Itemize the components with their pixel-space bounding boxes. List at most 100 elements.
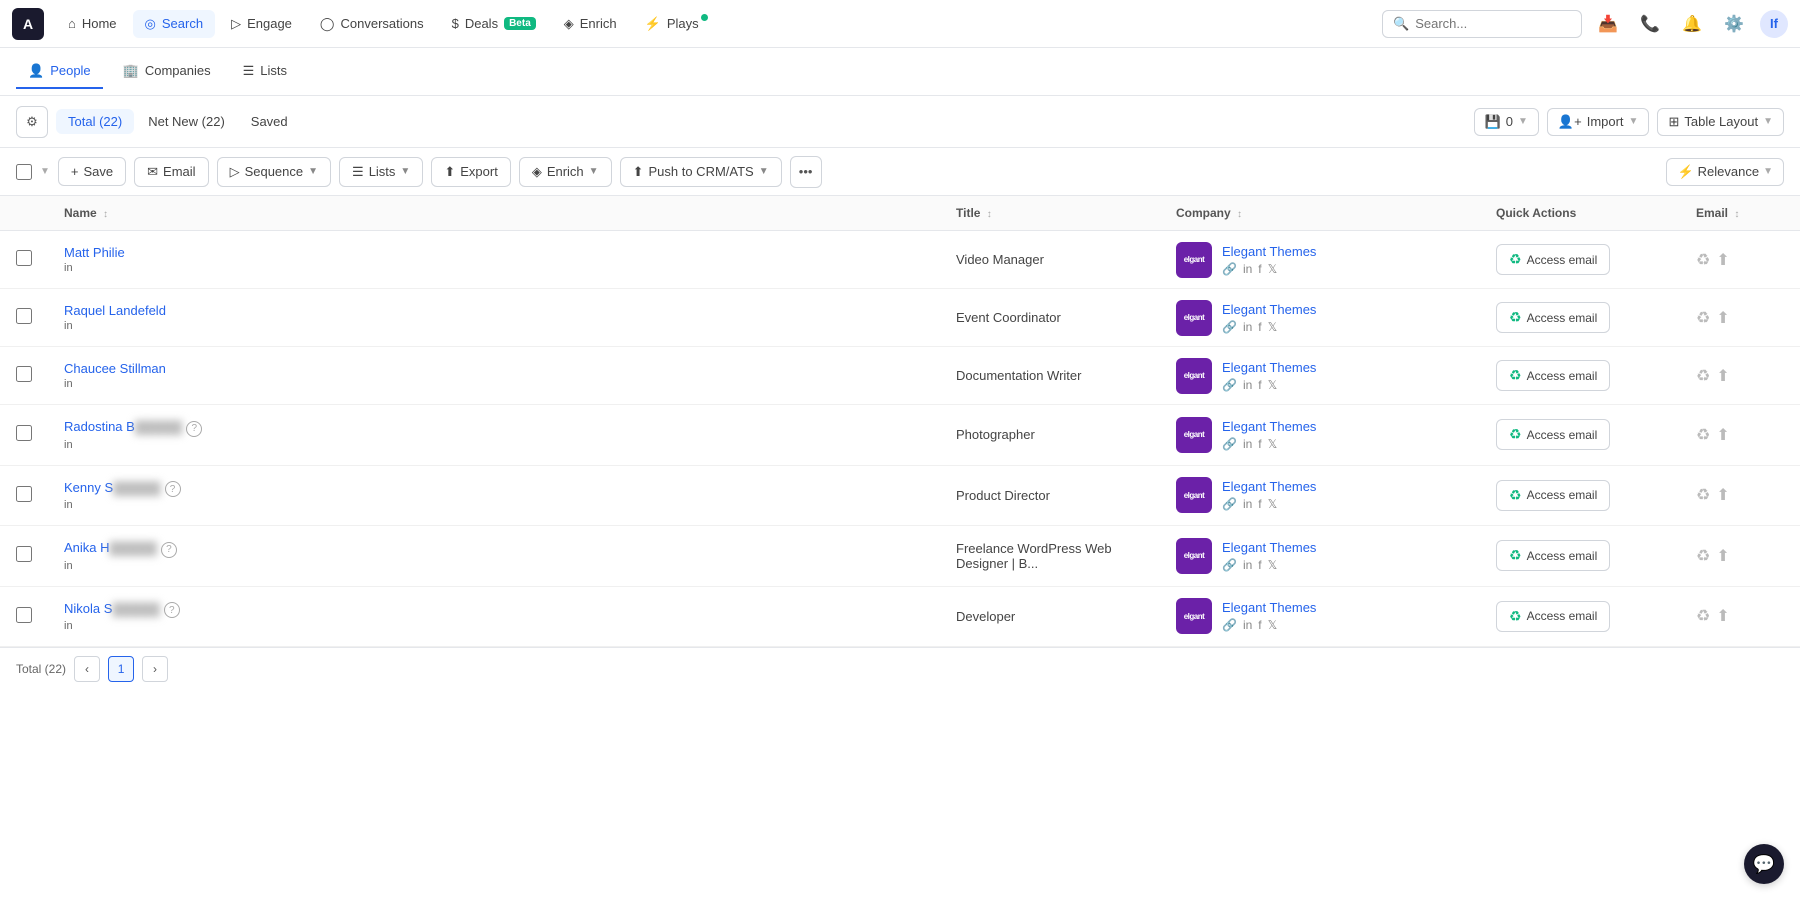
company-link-icon-1[interactable]: 🔗 — [1222, 320, 1237, 334]
email-copy-icon-3[interactable]: ♻ — [1696, 425, 1710, 445]
th-name[interactable]: Name ↕ — [48, 196, 940, 231]
sub-nav-lists[interactable]: ☰ Lists — [231, 55, 299, 89]
phone-icon-btn[interactable]: 📞 — [1634, 8, 1666, 40]
person-name-6[interactable]: Nikola S▓▓▓▓▓? — [64, 601, 180, 619]
table-layout-btn[interactable]: ⊞ Table Layout ▼ — [1657, 108, 1784, 136]
company-facebook-icon-6[interactable]: f — [1258, 618, 1261, 632]
company-linkedin-icon-0[interactable]: in — [1243, 262, 1252, 276]
th-email[interactable]: Email ↕ — [1680, 196, 1800, 231]
company-facebook-icon-5[interactable]: f — [1258, 558, 1261, 572]
blur-info-icon[interactable]: ? — [165, 481, 181, 497]
email-copy-icon-5[interactable]: ♻ — [1696, 546, 1710, 566]
nav-item-engage[interactable]: ▷ Engage — [219, 10, 304, 38]
company-facebook-icon-3[interactable]: f — [1258, 437, 1261, 451]
nav-item-deals[interactable]: $ Deals Beta — [440, 10, 548, 37]
email-copy-icon-4[interactable]: ♻ — [1696, 485, 1710, 505]
person-linkedin-4[interactable]: in — [64, 499, 181, 511]
enrich-button[interactable]: ◈ Enrich ▼ — [519, 157, 612, 187]
check-all-caret[interactable]: ▼ — [40, 166, 50, 177]
person-name-0[interactable]: Matt Philie — [64, 245, 125, 260]
bell-icon-btn[interactable]: 🔔 — [1676, 8, 1708, 40]
company-link-icon-5[interactable]: 🔗 — [1222, 558, 1237, 572]
company-link-icon-0[interactable]: 🔗 — [1222, 262, 1237, 276]
save-count-btn[interactable]: 💾 0 ▼ — [1474, 108, 1539, 136]
company-name-3[interactable]: Elegant Themes — [1222, 419, 1316, 434]
access-email-btn-2[interactable]: ♻ Access email — [1496, 360, 1610, 391]
company-facebook-icon-4[interactable]: f — [1258, 497, 1261, 511]
company-facebook-icon-0[interactable]: f — [1258, 262, 1261, 276]
sub-nav-people[interactable]: 👤 People — [16, 55, 103, 89]
tab-saved[interactable]: Saved — [239, 109, 300, 134]
person-name-2[interactable]: Chaucee Stillman — [64, 361, 166, 376]
person-name-5[interactable]: Anika H▓▓▓▓▓? — [64, 540, 177, 558]
more-button[interactable]: ••• — [790, 156, 822, 188]
filter-button[interactable]: ⚙ — [16, 106, 48, 138]
company-name-1[interactable]: Elegant Themes — [1222, 302, 1316, 317]
company-facebook-icon-2[interactable]: f — [1258, 378, 1261, 392]
person-name-3[interactable]: Radostina B▓▓▓▓▓? — [64, 419, 202, 437]
company-twitter-icon-6[interactable]: 𝕏 — [1268, 618, 1278, 632]
company-link-icon-4[interactable]: 🔗 — [1222, 497, 1237, 511]
row-check-4[interactable] — [16, 486, 32, 502]
nav-item-home[interactable]: ⌂ Home — [56, 10, 129, 37]
company-linkedin-icon-4[interactable]: in — [1243, 497, 1252, 511]
person-linkedin-1[interactable]: in — [64, 320, 166, 332]
inbox-icon-btn[interactable]: 📥 — [1592, 8, 1624, 40]
next-page-btn[interactable]: › — [142, 656, 168, 682]
prev-page-btn[interactable]: ‹ — [74, 656, 100, 682]
company-name-0[interactable]: Elegant Themes — [1222, 244, 1316, 259]
person-linkedin-5[interactable]: in — [64, 560, 177, 572]
person-linkedin-6[interactable]: in — [64, 620, 180, 632]
save-button[interactable]: + Save — [58, 157, 126, 186]
nav-item-search[interactable]: ◎ Search — [133, 10, 216, 38]
th-company[interactable]: Company ↕ — [1160, 196, 1480, 231]
access-email-btn-1[interactable]: ♻ Access email — [1496, 302, 1610, 333]
company-name-5[interactable]: Elegant Themes — [1222, 540, 1316, 555]
email-send-icon-2[interactable]: ⬆ — [1716, 366, 1729, 386]
company-link-icon-6[interactable]: 🔗 — [1222, 618, 1237, 632]
check-all[interactable] — [16, 164, 32, 180]
global-search-box[interactable]: 🔍 — [1382, 10, 1582, 38]
tab-netnew[interactable]: Net New (22) — [136, 109, 237, 134]
nav-item-enrich[interactable]: ◈ Enrich — [552, 10, 629, 38]
email-copy-icon-6[interactable]: ♻ — [1696, 606, 1710, 626]
lists-button[interactable]: ☰ Lists ▼ — [339, 157, 423, 187]
blur-info-icon[interactable]: ? — [164, 602, 180, 618]
row-check-3[interactable] — [16, 425, 32, 441]
row-check-6[interactable] — [16, 607, 32, 623]
push-crm-button[interactable]: ⬆ Push to CRM/ATS ▼ — [620, 157, 782, 187]
blur-info-icon[interactable]: ? — [186, 421, 202, 437]
company-facebook-icon-1[interactable]: f — [1258, 320, 1261, 334]
tab-total[interactable]: Total (22) — [56, 109, 134, 134]
person-linkedin-3[interactable]: in — [64, 439, 202, 451]
email-send-icon-3[interactable]: ⬆ — [1716, 425, 1729, 445]
row-check-5[interactable] — [16, 546, 32, 562]
email-send-icon-0[interactable]: ⬆ — [1716, 250, 1729, 270]
app-logo[interactable]: A — [12, 8, 44, 40]
email-send-icon-1[interactable]: ⬆ — [1716, 308, 1729, 328]
settings-icon-btn[interactable]: ⚙️ — [1718, 8, 1750, 40]
company-linkedin-icon-6[interactable]: in — [1243, 618, 1252, 632]
company-twitter-icon-5[interactable]: 𝕏 — [1268, 558, 1278, 572]
company-name-2[interactable]: Elegant Themes — [1222, 360, 1316, 375]
access-email-btn-3[interactable]: ♻ Access email — [1496, 419, 1610, 450]
search-input[interactable] — [1415, 16, 1571, 31]
email-send-icon-4[interactable]: ⬆ — [1716, 485, 1729, 505]
company-linkedin-icon-5[interactable]: in — [1243, 558, 1252, 572]
th-title[interactable]: Title ↕ — [940, 196, 1160, 231]
company-link-icon-3[interactable]: 🔗 — [1222, 437, 1237, 451]
chat-bubble[interactable]: 💬 — [1744, 844, 1784, 884]
company-linkedin-icon-1[interactable]: in — [1243, 320, 1252, 334]
access-email-btn-0[interactable]: ♻ Access email — [1496, 244, 1610, 275]
current-page-btn[interactable]: 1 — [108, 656, 134, 682]
company-twitter-icon-3[interactable]: 𝕏 — [1268, 437, 1278, 451]
company-name-4[interactable]: Elegant Themes — [1222, 479, 1316, 494]
relevance-button[interactable]: ⚡ Relevance ▼ — [1666, 158, 1784, 186]
company-linkedin-icon-3[interactable]: in — [1243, 437, 1252, 451]
email-copy-icon-1[interactable]: ♻ — [1696, 308, 1710, 328]
email-send-icon-5[interactable]: ⬆ — [1716, 546, 1729, 566]
email-button[interactable]: ✉ Email — [134, 157, 208, 187]
person-name-1[interactable]: Raquel Landefeld — [64, 303, 166, 318]
export-button[interactable]: ⬆ Export — [431, 157, 510, 187]
sub-nav-companies[interactable]: 🏢 Companies — [111, 55, 223, 89]
